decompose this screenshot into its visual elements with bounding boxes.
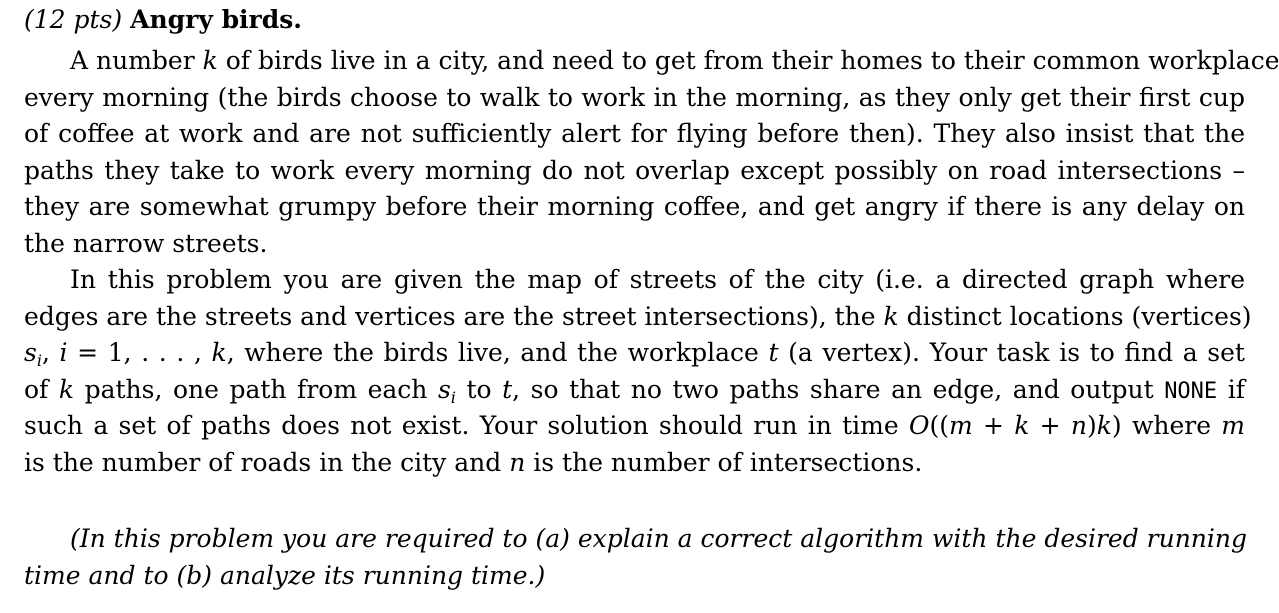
points-label: (12 pts): [24, 5, 123, 34]
paragraph-line: edges are the streets and vertices are t…: [24, 302, 1252, 331]
paragraph-line: every morning (the birds choose to walk …: [24, 83, 1245, 112]
paragraph-line: paths they take to work every morning do…: [24, 156, 1245, 185]
paragraph-line: of coffee at work and are not sufficient…: [24, 119, 1245, 148]
paragraph-line: of k paths, one path from each si to t, …: [24, 375, 1245, 407]
paragraph-line: In this problem you are given the map of…: [70, 265, 1245, 294]
requirements-note: (In this problem you are required to (a)…: [70, 524, 1248, 553]
paragraph-line: such a set of paths does not exist. Your…: [24, 411, 1246, 440]
paragraph-line: si, i = 1, . . . , k, where the birds li…: [24, 338, 1245, 370]
paragraph-line: A number k of birds live in a city, and …: [70, 46, 1279, 75]
none-keyword: NONE: [1164, 379, 1218, 404]
requirements-note: time and to (b) analyze its running time…: [24, 561, 546, 590]
paragraph-line: is the number of roads in the city and n…: [24, 448, 923, 477]
problem-heading: (12 pts) Angry birds.: [24, 2, 302, 39]
problem-title: Angry birds.: [130, 5, 302, 34]
problem-page: (12 pts) Angry birds. A number k of bird…: [0, 0, 1279, 613]
paragraph-line: the narrow streets.: [24, 229, 268, 258]
paragraph-line: they are somewhat grumpy before their mo…: [24, 192, 1245, 221]
